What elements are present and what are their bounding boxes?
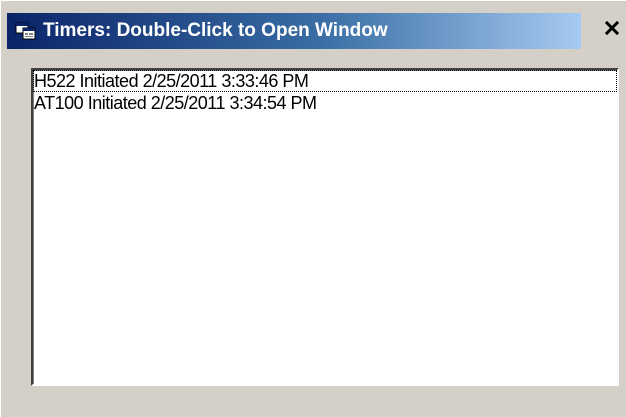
timers-window: Timers: Double-Click to Open Window H522… <box>0 0 626 417</box>
list-item-label: H522 Initiated 2/25/2011 3:33:46 PM <box>34 71 309 91</box>
list-item-label: AT100 Initiated 2/25/2011 3:34:54 PM <box>34 93 317 113</box>
close-icon <box>604 20 620 41</box>
list-item[interactable]: H522 Initiated 2/25/2011 3:33:46 PM <box>33 70 617 92</box>
timers-listbox[interactable]: H522 Initiated 2/25/2011 3:33:46 PM AT10… <box>31 68 619 386</box>
close-button[interactable] <box>601 19 623 41</box>
title-bar[interactable]: Timers: Double-Click to Open Window <box>7 13 581 49</box>
application-window-icon <box>15 20 37 42</box>
list-item[interactable]: AT100 Initiated 2/25/2011 3:34:54 PM <box>33 92 617 114</box>
window-title: Timers: Double-Click to Open Window <box>43 20 388 41</box>
